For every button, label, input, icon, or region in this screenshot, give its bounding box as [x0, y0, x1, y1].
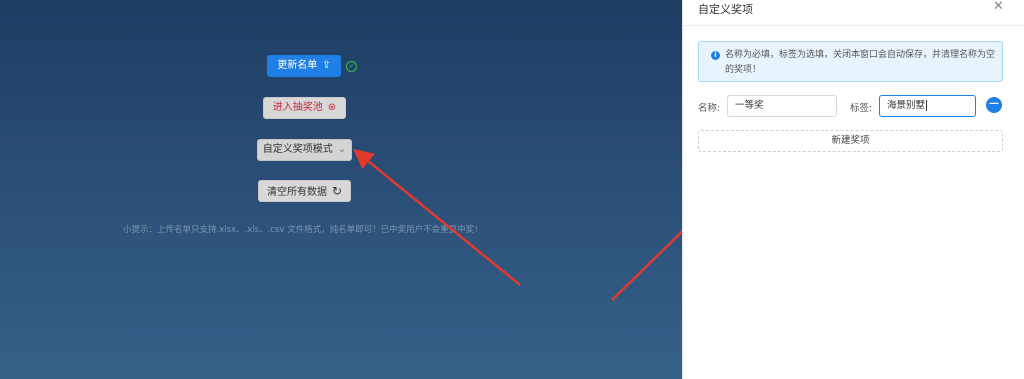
- prize-tag-value: 海景别墅: [887, 100, 926, 111]
- enter-pool-button[interactable]: 进入抽奖池 ⊛: [263, 97, 346, 119]
- alert-text: 名称为必填，标签为选填，关闭本窗口会自动保存，并清理名称为空的奖项！: [725, 50, 996, 75]
- clear-data-label: 清空所有数据: [266, 187, 327, 198]
- prize-tag-input[interactable]: 海景别墅: [879, 95, 976, 117]
- info-icon: i: [711, 51, 720, 60]
- new-prize-button[interactable]: 新建奖项: [698, 130, 1003, 152]
- drawer-title: 自定义奖项: [698, 3, 753, 16]
- check-circle-icon: ✓: [346, 61, 357, 72]
- text-cursor: [926, 100, 928, 111]
- refresh-icon: ↻: [331, 184, 343, 198]
- custom-mode-label: 自定义奖项模式: [262, 144, 333, 155]
- upload-icon: ⇪: [322, 60, 331, 71]
- tip-text: 小提示：上传名单只支持.xlsx、.xls、.csv 文件格式，纯名单即可！已中…: [123, 225, 483, 235]
- name-label: 名称:: [698, 103, 721, 114]
- chevron-down-icon: ⌄: [337, 144, 347, 155]
- custom-prize-drawer: 自定义奖项 ✕ i 名称为必填，标签为选填，关闭本窗口会自动保存，并清理名称为空…: [682, 0, 1024, 379]
- info-alert: i 名称为必填，标签为选填，关闭本窗口会自动保存，并清理名称为空的奖项！: [698, 41, 1003, 82]
- tag-label: 标签:: [850, 103, 873, 114]
- drawer-divider: [683, 25, 1024, 26]
- prize-name-input[interactable]: 一等奖: [727, 95, 837, 117]
- clear-data-button[interactable]: 清空所有数据 ↻: [258, 180, 351, 202]
- update-list-label: 更新名单: [277, 60, 318, 71]
- prize-name-value: 一等奖: [735, 100, 764, 111]
- update-list-button[interactable]: 更新名单 ⇪: [267, 55, 341, 77]
- remove-prize-button[interactable]: —: [986, 97, 1002, 113]
- close-icon[interactable]: ✕: [993, 0, 1004, 14]
- custom-mode-dropdown[interactable]: 自定义奖项模式 ⌄: [257, 139, 352, 161]
- gift-icon: ⊛: [327, 102, 337, 113]
- enter-pool-label: 进入抽奖池: [272, 102, 323, 113]
